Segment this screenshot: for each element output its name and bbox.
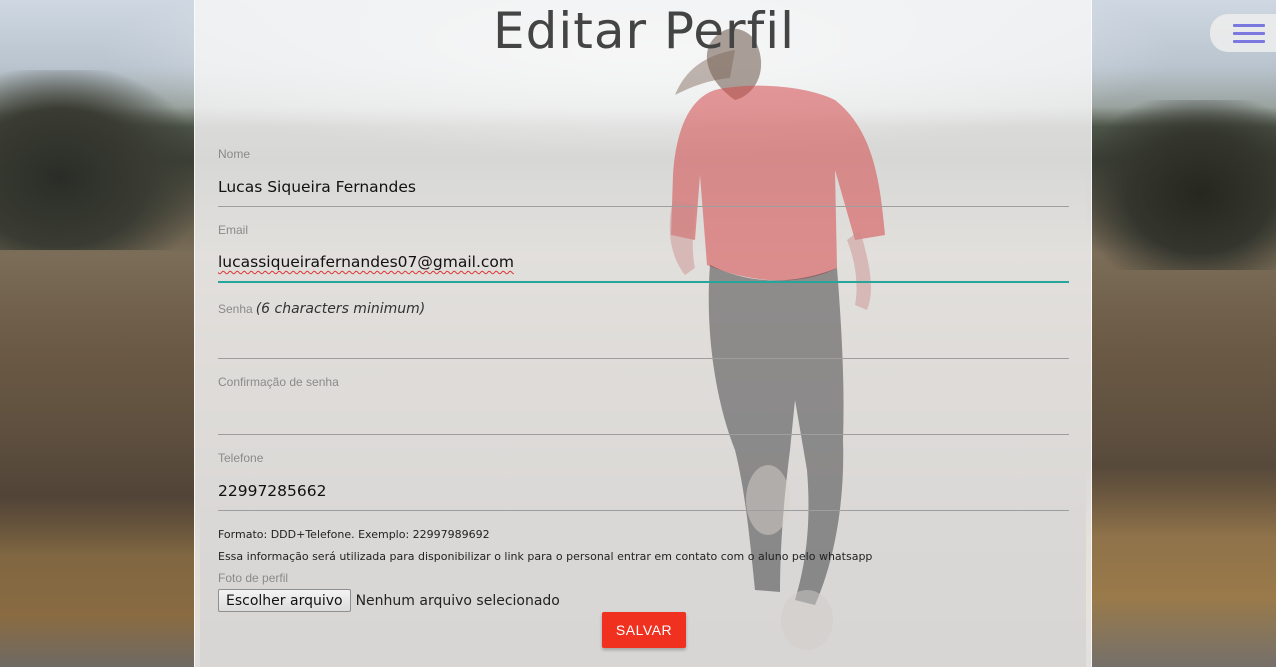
phone-format-hint: Formato: DDD+Telefone. Exemplo: 22997989… — [218, 528, 490, 541]
name-field: Nome — [218, 147, 1069, 207]
email-input[interactable]: lucassiqueirafernandes07@gmail.com — [218, 243, 1069, 283]
password-label-row: Senha (6 characters minimum) — [218, 298, 1069, 317]
menu-bar-bottom — [1233, 39, 1265, 43]
background-grass-right — [1086, 467, 1276, 667]
name-input[interactable] — [218, 167, 1069, 207]
menu-bar-middle — [1233, 31, 1265, 35]
save-button[interactable]: SALVAR — [602, 612, 686, 648]
email-field: Email lucassiqueirafernandes07@gmail.com — [218, 223, 1069, 283]
hamburger-menu-icon[interactable] — [1210, 14, 1276, 52]
choose-file-button[interactable]: Escolher arquivo — [218, 589, 351, 612]
password-input[interactable] — [218, 319, 1069, 359]
photo-file-picker: Escolher arquivo Nenhum arquivo selecion… — [218, 589, 560, 612]
background-grass-left — [0, 497, 200, 667]
phone-usage-hint: Essa informação será utilizada para disp… — [218, 550, 873, 563]
name-label: Nome — [218, 147, 251, 161]
page-title: Editar Perfil — [493, 2, 795, 60]
edit-profile-panel: Editar Perfil Nome Email lucassiqueirafe… — [194, 0, 1092, 667]
password-confirmation-label: Confirmação de senha — [218, 375, 339, 389]
phone-label: Telefone — [218, 451, 264, 465]
file-status: Nenhum arquivo selecionado — [355, 592, 560, 609]
phone-input[interactable] — [218, 471, 1069, 511]
menu-bar-top — [1233, 23, 1265, 27]
password-field: Senha (6 characters minimum) — [218, 298, 1069, 359]
email-value: lucassiqueirafernandes07@gmail.com — [218, 253, 514, 271]
password-confirmation-field: Confirmação de senha — [218, 375, 1069, 435]
password-hint: (6 characters minimum) — [255, 301, 426, 317]
password-confirmation-input[interactable] — [218, 395, 1069, 435]
photo-label: Foto de perfil — [218, 571, 289, 585]
email-label: Email — [218, 223, 249, 237]
background-hill-left — [0, 70, 200, 250]
phone-field: Telefone — [218, 451, 1069, 511]
password-label: Senha — [218, 302, 253, 316]
background-hill-right — [1086, 100, 1276, 270]
